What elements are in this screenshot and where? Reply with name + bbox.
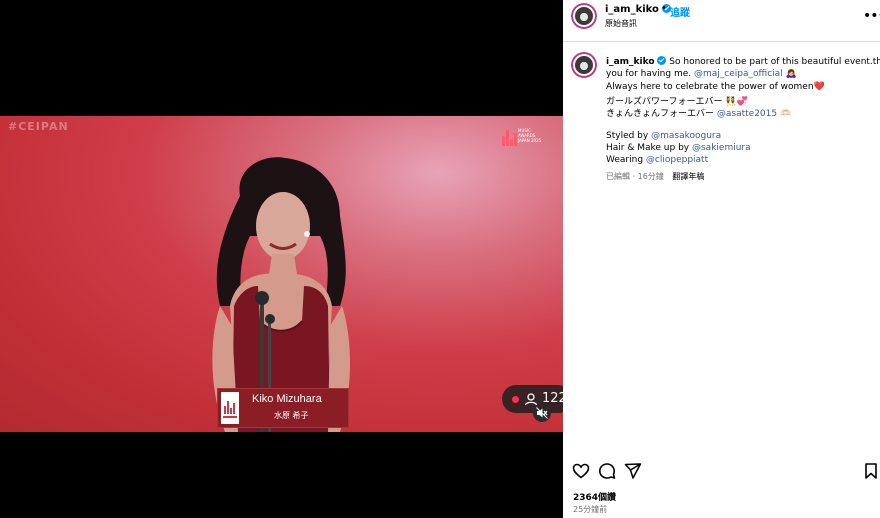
verified-icon [657, 56, 667, 65]
comment-icon[interactable] [598, 462, 616, 480]
caption-text-5: きょんきょんフォーエバー [606, 109, 717, 119]
heart-emoji: ❤️ [813, 82, 825, 92]
styled-label: Styled by [606, 131, 652, 141]
live-dot-icon [512, 396, 519, 403]
mention-asatte[interactable]: @asatte2015 [717, 109, 777, 119]
edited-time: 已編輯 · 16分鐘 [606, 172, 664, 181]
caption-hair: Hair & Make up by @sakiemiura [606, 143, 751, 153]
caption-avatar[interactable] [571, 52, 597, 78]
mention-maj-ceipa[interactable]: @maj_ceipa_official [694, 69, 783, 79]
bookmark-icon[interactable] [862, 462, 880, 480]
caption-line-1: i_am_kiko So honored to be part of this … [606, 56, 880, 67]
nameplate-japanese: 水原 希子 [274, 411, 309, 420]
wearing-label: Wearing [606, 155, 646, 165]
mute-icon [536, 407, 548, 419]
follow-button[interactable]: 追蹤 [670, 4, 690, 19]
heart-icon[interactable] [572, 462, 590, 480]
caption-text-2: you for having me. [606, 69, 694, 79]
translate-link[interactable]: 翻譯年稿 [672, 172, 704, 181]
caption-line-3: Always here to celebrate the power of wo… [606, 82, 825, 92]
caption-text-3: Always here to celebrate the power of wo… [606, 82, 814, 92]
caption-line-2: you for having me. @maj_ceipa_official 🙇… [606, 69, 797, 79]
award-logo: MUSIC AWARDS JAPAN 2025 [502, 128, 544, 150]
mute-button[interactable] [533, 404, 551, 422]
user-icon [524, 393, 538, 406]
nameplate-name: Kiko Mizuhara [252, 393, 322, 405]
hands-emoji: 🫶🏻 [779, 109, 792, 119]
post-time: 25分鐘前 [573, 505, 608, 514]
more-icon[interactable]: ••• [863, 8, 880, 24]
bow-emoji: 🙇‍♀️ [785, 69, 797, 79]
caption-line-5: きょんきょんフォーエバー @asatte2015 🫶🏻 [606, 106, 791, 119]
mention-sakiemiura[interactable]: @sakiemiura [692, 143, 751, 153]
caption-styled: Styled by @masakoogura [606, 131, 721, 141]
header-dot: • [661, 3, 667, 14]
nameplate: Kiko Mizuhara 水原 希子 [217, 388, 349, 428]
mention-masakoogura[interactable]: @masakoogura [651, 131, 721, 141]
watermark: #CEIPAN [8, 120, 69, 133]
header-username[interactable]: i_am_kiko [605, 4, 659, 15]
post-media[interactable]: #CEIPAN MUSIC AWARDS JAPAN 2025 Kiko Miz… [0, 0, 563, 518]
caption-text-1: So honored to be part of this beautiful … [669, 57, 880, 67]
viewer-count-pill: 122 [502, 385, 563, 413]
caption-username[interactable]: i_am_kiko [606, 57, 655, 67]
caption-wearing: Wearing @cliopeppiatt [606, 155, 708, 165]
share-icon[interactable] [624, 462, 642, 480]
header-avatar[interactable] [571, 3, 597, 29]
hair-label: Hair & Make up by [606, 143, 692, 153]
caption-meta: 已編輯 · 16分鐘 翻譯年稿 [606, 171, 704, 182]
like-count[interactable]: 2364個讚 [573, 490, 616, 503]
nameplate-logo [221, 392, 239, 424]
mention-cliopeppiatt[interactable]: @cliopeppiatt [646, 155, 708, 165]
divider [563, 41, 880, 42]
live-video[interactable]: #CEIPAN MUSIC AWARDS JAPAN 2025 Kiko Miz… [0, 116, 563, 432]
original-audio-link[interactable]: 原始音訊 [605, 18, 637, 29]
